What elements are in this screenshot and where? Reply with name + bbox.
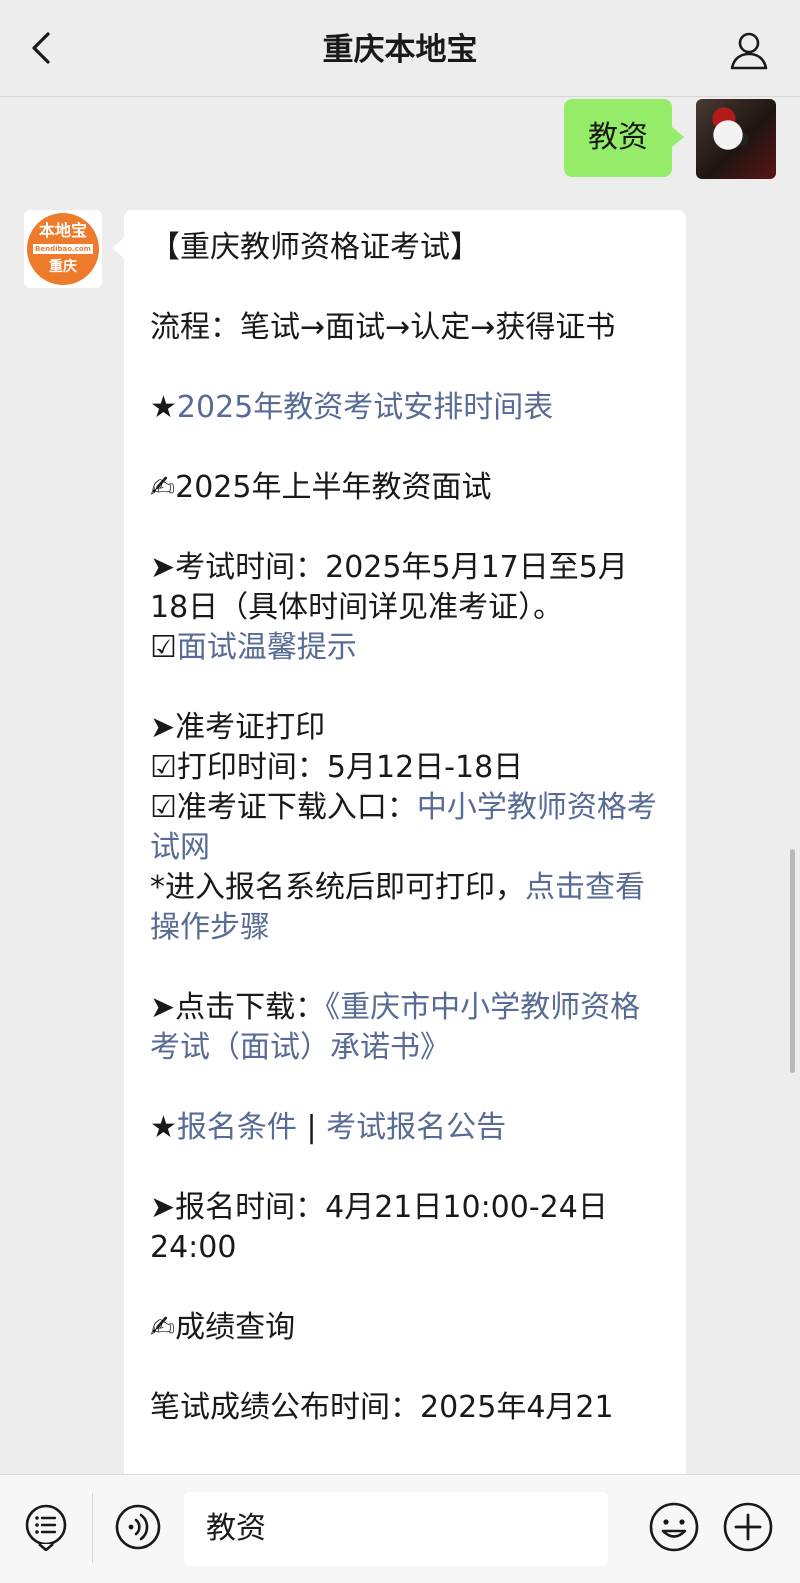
tips-link[interactable]: 面试温馨提示 <box>177 630 357 665</box>
voice-icon[interactable] <box>114 1503 162 1551</box>
link-separator: | <box>296 1110 327 1145</box>
interview-title: ✍2025年上半年教资面试 <box>150 470 492 505</box>
star-icon: ★ <box>150 390 177 425</box>
process-text: 流程：笔试→面试→认定→获得证书 <box>150 310 616 345</box>
chat-title: 重庆本地宝 <box>322 32 478 68</box>
message-input[interactable]: 教资 <box>184 1492 608 1566</box>
schedule-link[interactable]: 2025年教资考试安排时间表 <box>177 390 553 425</box>
print-time-text: ☑打印时间：5月12日-18日 <box>150 750 524 785</box>
written-score-text: 笔试成绩公布时间：2025年4月21 <box>150 1390 614 1425</box>
user-avatar[interactable] <box>696 99 776 179</box>
tips-line: ☑面试温馨提示 <box>150 628 662 668</box>
star-icon: ★ <box>150 1110 177 1145</box>
menu-list-icon[interactable] <box>22 1503 70 1551</box>
note-label: *进入报名系统后即可打印， <box>150 870 525 905</box>
conditions-link[interactable]: 报名条件 <box>177 1110 297 1145</box>
person-icon[interactable] <box>728 30 770 72</box>
download-line: ☑准考证下载入口：中小学教师资格考试网 <box>150 788 662 868</box>
scrollbar[interactable] <box>790 849 795 1073</box>
input-bar: 教资 <box>0 1474 800 1583</box>
note-line: *进入报名系统后即可打印，点击查看操作步骤 <box>150 868 662 948</box>
checkbox-icon: ☑ <box>150 630 177 665</box>
admission-title: ➤准考证打印 <box>150 710 326 745</box>
conditions-line: ★报名条件 | 考试报名公告 <box>150 1108 662 1148</box>
notice-link[interactable]: 考试报名公告 <box>326 1110 506 1145</box>
download-label: ☑准考证下载入口： <box>150 790 417 825</box>
score-title: ✍成绩查询 <box>150 1310 296 1345</box>
emoji-icon[interactable] <box>648 1501 700 1553</box>
registration-time-text: ➤报名时间：4月21日10:00-24日24:00 <box>150 1190 608 1265</box>
top-bar: 重庆本地宝 <box>0 0 800 97</box>
bot-avatar[interactable]: 本地宝 Bendibao.com 重庆 <box>24 210 102 288</box>
commitment-line: ➤点击下载：《重庆市中小学教师资格考试（面试）承诺书》 <box>150 988 662 1068</box>
bendibao-logo: 本地宝 Bendibao.com 重庆 <box>27 213 99 285</box>
footer-divider <box>92 1493 93 1563</box>
incoming-bubble: 【重庆教师资格证考试】 流程：笔试→面试→认定→获得证书 ★2025年教资考试安… <box>112 210 686 1475</box>
commitment-label: ➤点击下载： <box>150 990 326 1025</box>
exam-time-text: ➤考试时间：2025年5月17日至5月18日（具体时间详见准考证）。 <box>150 550 628 625</box>
chat-area[interactable]: 教资 本地宝 Bendibao.com 重庆 【重庆教师资格证考试】 流程：笔试… <box>0 97 800 1475</box>
reply-heading: 【重庆教师资格证考试】 <box>150 230 480 265</box>
outgoing-bubble[interactable]: 教资 <box>564 99 684 177</box>
plus-icon[interactable] <box>722 1501 774 1553</box>
schedule-line: ★2025年教资考试安排时间表 <box>150 388 662 428</box>
